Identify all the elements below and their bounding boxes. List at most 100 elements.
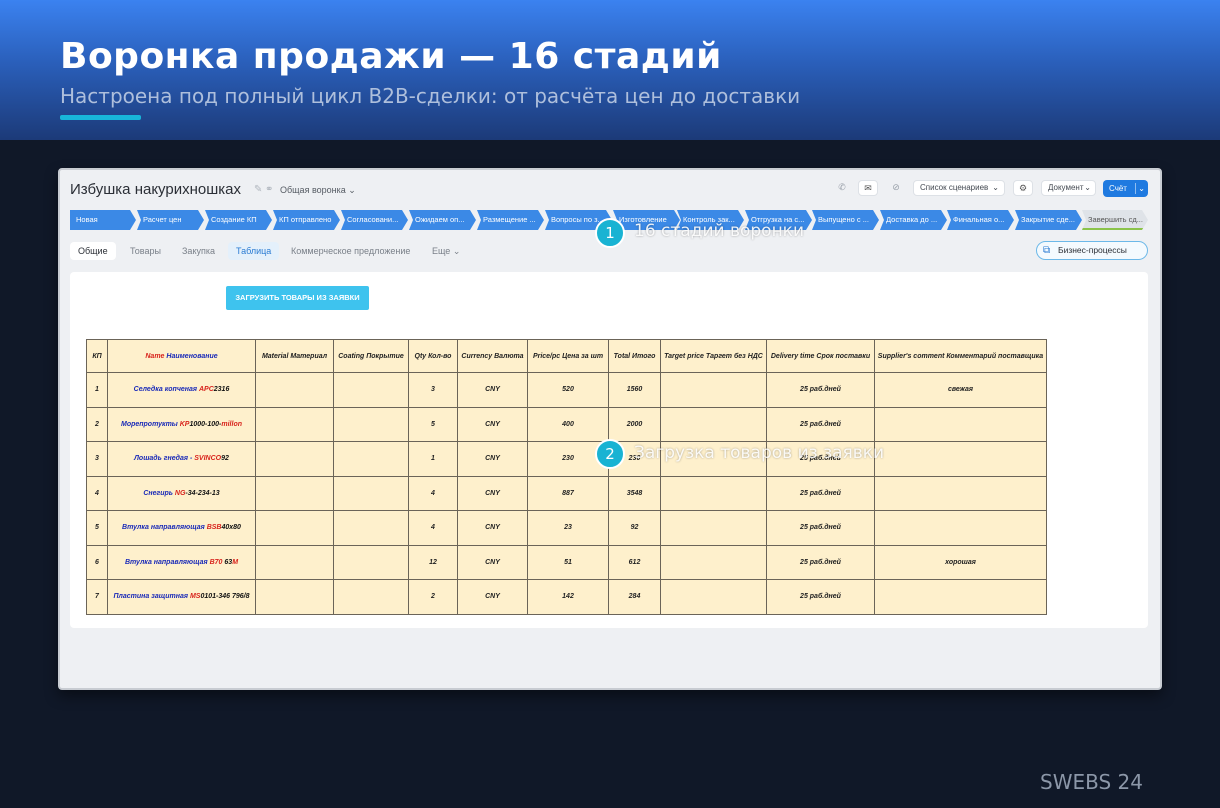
scenarios-select-label: Список сценариев bbox=[920, 183, 989, 192]
stage-3[interactable]: Создание КП bbox=[205, 210, 272, 230]
chevron-down-icon[interactable]: ⌄ bbox=[1138, 180, 1145, 197]
name-code: B70 bbox=[209, 558, 223, 566]
tab-general[interactable]: Общие bbox=[70, 242, 116, 260]
cell-kp: 2 bbox=[86, 406, 108, 442]
tab-table[interactable]: Таблица bbox=[228, 242, 280, 260]
cell-kp: 6 bbox=[86, 544, 108, 580]
name-part: Снегирь bbox=[143, 489, 175, 497]
cell-price: 51 bbox=[527, 544, 609, 580]
pencil-icon[interactable]: ✎ bbox=[254, 184, 262, 195]
scenarios-select[interactable]: Список сценариев ⌄ bbox=[913, 180, 1005, 196]
tab-more[interactable]: Еще ⌄ bbox=[424, 242, 468, 260]
cell-name: Лошадь гнедая - SVINCO92 bbox=[107, 441, 256, 477]
stage-12[interactable]: Выпущено с ... bbox=[812, 210, 879, 230]
cell-qty: 5 bbox=[408, 406, 458, 442]
slide-header: Воронка продажи — 16 стадий Настроена по… bbox=[0, 0, 1220, 140]
stage-6[interactable]: Ожидаем оп... bbox=[409, 210, 476, 230]
cell-coating bbox=[333, 406, 409, 442]
tab-commercial-offer[interactable]: Коммерческое предложение bbox=[283, 242, 418, 260]
products-table: КП Name Наименование Material Материал C… bbox=[86, 339, 1047, 615]
cell-kp: 5 bbox=[86, 510, 108, 546]
cell-name: Втулка направляющая B70 63M bbox=[107, 544, 256, 580]
name-code: KP bbox=[179, 420, 190, 428]
stage-1[interactable]: Новая bbox=[70, 210, 136, 230]
tab-products[interactable]: Товары bbox=[122, 242, 169, 260]
name-code: APC bbox=[198, 386, 214, 394]
cell-material bbox=[255, 544, 334, 580]
name-code: NG bbox=[174, 489, 186, 497]
stage-5[interactable]: Согласовани... bbox=[341, 210, 408, 230]
col-price: Price/pc Цена за шт bbox=[527, 339, 609, 373]
title-accent-bar bbox=[60, 115, 141, 120]
stage-4[interactable]: КП отправлено bbox=[273, 210, 340, 230]
tab-purchase[interactable]: Закупка bbox=[174, 242, 223, 260]
phone-icon[interactable]: ✆ bbox=[832, 180, 852, 196]
name-part: Втулка направляющая bbox=[124, 558, 210, 566]
slide-subtitle: Настроена под полный цикл B2B-сделки: от… bbox=[60, 84, 801, 108]
chevron-down-icon: ⌄ bbox=[992, 183, 999, 192]
table-header-row: КП Name Наименование Material Материал C… bbox=[86, 339, 1047, 373]
invoice-button-label: Счёт bbox=[1109, 184, 1127, 193]
cell-total: 3548 bbox=[608, 475, 661, 511]
cell-name: Снегирь NG-34-234-13 bbox=[107, 475, 256, 511]
cell-target bbox=[660, 406, 767, 442]
block-icon[interactable]: ⊘ bbox=[886, 180, 906, 196]
cell-name: Селедка копченая APC2316 bbox=[107, 372, 256, 408]
cell-total: 612 bbox=[608, 544, 661, 580]
cell-material bbox=[255, 510, 334, 546]
col-name-en: Name bbox=[145, 352, 165, 360]
footer-watermark: SWEBS 24 bbox=[1040, 770, 1143, 794]
stage-7[interactable]: Размещение ... bbox=[477, 210, 544, 230]
name-part: Лошадь гнедая - bbox=[134, 455, 195, 463]
table-row: 7 Пластина защитная MS0101-346 796/8 2 C… bbox=[86, 579, 1047, 615]
cell-material bbox=[255, 475, 334, 511]
funnel-select[interactable]: Общая воронка ⌄ bbox=[280, 185, 356, 196]
cell-price: 400 bbox=[527, 406, 609, 442]
name-part: Втулка направляющая bbox=[122, 524, 207, 532]
col-kp: КП bbox=[86, 339, 108, 373]
chevron-down-icon: ⌄ bbox=[1084, 183, 1091, 192]
cell-target bbox=[660, 510, 767, 546]
table-row: 6 Втулка направляющая B70 63M 12 CNY 51 … bbox=[86, 544, 1047, 580]
cell-delivery: 25 раб.дней bbox=[766, 372, 875, 408]
mail-icon[interactable]: ✉ bbox=[858, 180, 878, 196]
business-processes-label: Бизнес-процессы bbox=[1058, 245, 1127, 255]
cell-comment bbox=[874, 441, 1047, 477]
link-icon[interactable]: ⚭ bbox=[265, 184, 273, 195]
name-code: MS bbox=[189, 593, 201, 601]
cell-delivery: 25 раб.дней bbox=[766, 475, 875, 511]
name-part: -34-234-13 bbox=[185, 489, 220, 497]
cell-material bbox=[255, 441, 334, 477]
stage-2[interactable]: Расчет цен bbox=[137, 210, 204, 230]
cell-total: 2000 bbox=[608, 406, 661, 442]
table-row: 3 Лошадь гнедая - SVINCO92 1 CNY 230 230… bbox=[86, 441, 1047, 477]
invoice-button[interactable]: Счёт ⌄ bbox=[1103, 180, 1148, 197]
stage-13[interactable]: Доставка до ... bbox=[880, 210, 947, 230]
name-part: 2316 bbox=[213, 386, 230, 394]
callout-text-1: 16 стадий воронки bbox=[634, 221, 804, 241]
cell-material bbox=[255, 372, 334, 408]
deal-name: Избушка накурихношках bbox=[70, 181, 241, 198]
settings-icon[interactable]: ⚙ bbox=[1013, 180, 1033, 196]
cell-price: 142 bbox=[527, 579, 609, 615]
cell-qty: 1 bbox=[408, 441, 458, 477]
cell-target bbox=[660, 544, 767, 580]
document-select[interactable]: Документ ⌄ bbox=[1041, 180, 1096, 196]
cell-comment bbox=[874, 406, 1047, 442]
cell-total: 1560 bbox=[608, 372, 661, 408]
col-qty: Qty Кол-во bbox=[408, 339, 458, 373]
button-divider bbox=[1135, 183, 1136, 194]
stage-14[interactable]: Финальная о... bbox=[947, 210, 1014, 230]
load-products-button[interactable]: ЗАГРУЗИТЬ ТОВАРЫ ИЗ ЗАЯВКИ bbox=[226, 286, 369, 310]
stage-16[interactable]: Завершить сд... bbox=[1082, 210, 1148, 230]
cell-coating bbox=[333, 544, 409, 580]
name-part: 0101-346 796/8 bbox=[200, 593, 250, 601]
col-currency: Currency Валюта bbox=[457, 339, 528, 373]
name-part: 40x80 bbox=[221, 524, 241, 532]
stage-15[interactable]: Закрытие сде... bbox=[1015, 210, 1082, 230]
cell-coating bbox=[333, 475, 409, 511]
business-processes-button[interactable]: ⧉ Бизнес-процессы bbox=[1036, 241, 1148, 260]
slide-title: Воронка продажи — 16 стадий bbox=[60, 36, 722, 77]
name-part: 92 bbox=[221, 455, 229, 463]
cell-coating bbox=[333, 441, 409, 477]
